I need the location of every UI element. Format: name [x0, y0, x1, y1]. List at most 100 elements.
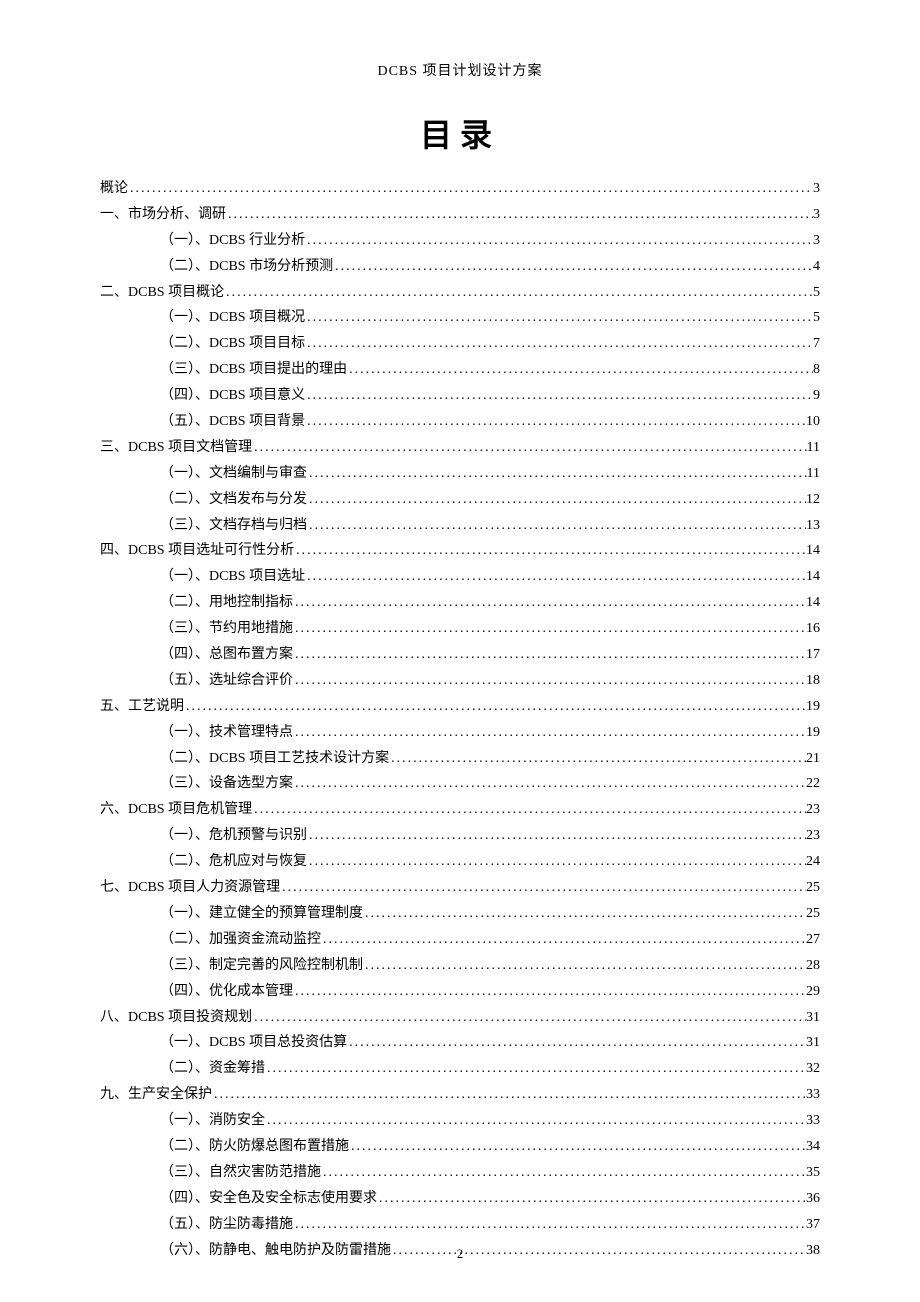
toc-entry[interactable]: 三、DCBS 项目文档管理11: [100, 435, 820, 461]
toc-entry-label: （五）、选址综合评价: [160, 668, 293, 694]
toc-entry-page: 19: [806, 720, 820, 746]
toc-entry[interactable]: （四）、总图布置方案17: [100, 642, 820, 668]
toc-leader-dots: [305, 564, 806, 590]
toc-entry-page: 29: [806, 979, 820, 1005]
toc-leader-dots: [307, 823, 806, 849]
toc-entry[interactable]: 二、DCBS 项目概论 5: [100, 280, 820, 306]
toc-entry[interactable]: （一）、DCBS 项目概况5: [100, 305, 820, 331]
toc-entry[interactable]: 八、DCBS 项目投资规划 31: [100, 1005, 820, 1031]
toc-leader-dots: [252, 1005, 806, 1031]
toc-entry[interactable]: （一）、DCBS 行业分析3: [100, 228, 820, 254]
toc-leader-dots: [226, 202, 813, 228]
toc-entry-page: 3: [813, 202, 820, 228]
toc-entry[interactable]: （三）、DCBS 项目提出的理由8: [100, 357, 820, 383]
toc-leader-dots: [307, 487, 806, 513]
toc-entry-label: （一）、DCBS 项目概况: [160, 305, 305, 331]
toc-entry-page: 3: [813, 176, 820, 202]
toc-entry[interactable]: （五）、选址综合评价 18: [100, 668, 820, 694]
toc-leader-dots: [265, 1108, 806, 1134]
toc-leader-dots: [305, 228, 813, 254]
toc-entry-label: 六、DCBS 项目危机管理: [100, 797, 252, 823]
toc-leader-dots: [293, 642, 806, 668]
toc-entry-page: 3: [813, 228, 820, 254]
toc-entry[interactable]: （二）、资金筹措 32: [100, 1056, 820, 1082]
toc-entry[interactable]: （三）、设备选型方案22: [100, 771, 820, 797]
toc-leader-dots: [333, 254, 813, 280]
toc-entry-page: 32: [806, 1056, 820, 1082]
toc-entry-page: 33: [806, 1108, 820, 1134]
toc-entry-page: 18: [806, 668, 820, 694]
toc-entry-label: （二）、DCBS 项目目标: [160, 331, 305, 357]
toc-entry-page: 4: [813, 254, 820, 280]
toc-entry-label: （四）、DCBS 项目意义: [160, 383, 305, 409]
toc-entry-page: 14: [806, 538, 820, 564]
toc-entry-label: （一）、文档编制与审查: [160, 461, 307, 487]
page-number: 2: [0, 1246, 920, 1262]
toc-entry[interactable]: （四）、优化成本管理29: [100, 979, 820, 1005]
toc-entry-label: （二）、危机应对与恢复: [160, 849, 307, 875]
toc-entry-label: （三）、节约用地措施: [160, 616, 293, 642]
toc-entry-label: 八、DCBS 项目投资规划: [100, 1005, 252, 1031]
toc-entry-page: 36: [806, 1186, 820, 1212]
toc-entry[interactable]: （四）、DCBS 项目意义 9: [100, 383, 820, 409]
toc-entry[interactable]: 六、DCBS 项目危机管理23: [100, 797, 820, 823]
toc-leader-dots: [307, 849, 806, 875]
toc-entry-label: （一）、技术管理特点: [160, 720, 293, 746]
toc-entry[interactable]: （一）、危机预警与识别23: [100, 823, 820, 849]
toc-entry[interactable]: （三）、自然灾害防范措施35: [100, 1160, 820, 1186]
toc-entry-label: （二）、用地控制指标: [160, 590, 293, 616]
toc-entry-page: 31: [806, 1005, 820, 1031]
toc-entry[interactable]: （二）、DCBS 市场分析预测4: [100, 254, 820, 280]
toc-leader-dots: [293, 668, 806, 694]
toc-entry[interactable]: （一）、DCBS 项目选址14: [100, 564, 820, 590]
toc-entry[interactable]: （二）、DCBS 项目目标7: [100, 331, 820, 357]
toc-entry-label: （二）、DCBS 项目工艺技术设计方案: [160, 746, 389, 772]
toc-entry-label: （二）、文档发布与分发: [160, 487, 307, 513]
toc-leader-dots: [349, 1134, 806, 1160]
toc-leader-dots: [184, 694, 806, 720]
toc-entry-label: 七、DCBS 项目人力资源管理: [100, 875, 280, 901]
toc-entry[interactable]: 九、生产安全保护33: [100, 1082, 820, 1108]
toc-entry[interactable]: （二）、用地控制指标14: [100, 590, 820, 616]
toc-entry[interactable]: （一）、文档编制与审查 11: [100, 461, 820, 487]
toc-leader-dots: [128, 176, 813, 202]
toc-entry[interactable]: （一）、DCBS 项目总投资估算31: [100, 1030, 820, 1056]
toc-entry-page: 17: [806, 642, 820, 668]
toc-entry[interactable]: 七、DCBS 项目人力资源管理25: [100, 875, 820, 901]
toc-entry-label: 二、DCBS 项目概论: [100, 280, 224, 306]
toc-entry-page: 11: [807, 461, 820, 487]
toc-entry-page: 27: [806, 927, 820, 953]
toc-leader-dots: [363, 901, 806, 927]
toc-entry-page: 5: [813, 280, 820, 306]
toc-entry[interactable]: （二）、加强资金流动监控27: [100, 927, 820, 953]
toc-entry[interactable]: （四）、安全色及安全标志使用要求36: [100, 1186, 820, 1212]
toc-entry[interactable]: 概论 3: [100, 176, 820, 202]
toc-entry[interactable]: （二）、DCBS 项目工艺技术设计方案21: [100, 746, 820, 772]
toc-entry-label: （二）、资金筹措: [160, 1056, 265, 1082]
toc-title: 目录: [100, 110, 820, 156]
toc-entry[interactable]: （五）、防尘防毒措施37: [100, 1212, 820, 1238]
toc-entry[interactable]: （一）、消防安全33: [100, 1108, 820, 1134]
toc-entry-label: 概论: [100, 176, 128, 202]
toc-entry[interactable]: （二）、危机应对与恢复24: [100, 849, 820, 875]
toc-entry[interactable]: 一、市场分析、调研3: [100, 202, 820, 228]
toc-entry[interactable]: （二）、文档发布与分发12: [100, 487, 820, 513]
toc-entry[interactable]: 五、工艺说明19: [100, 694, 820, 720]
toc-entry[interactable]: 四、DCBS 项目选址可行性分析14: [100, 538, 820, 564]
toc-entry[interactable]: （三）、制定完善的风险控制机制28: [100, 953, 820, 979]
toc-leader-dots: [293, 616, 806, 642]
toc-leader-dots: [252, 797, 806, 823]
toc-entry[interactable]: （二）、防火防爆总图布置措施34: [100, 1134, 820, 1160]
toc-leader-dots: [224, 280, 813, 306]
toc-entry[interactable]: （五）、DCBS 项目背景10: [100, 409, 820, 435]
toc-entry-label: （一）、建立健全的预算管理制度: [160, 901, 363, 927]
toc-entry[interactable]: （三）、文档存档与归档13: [100, 513, 820, 539]
toc-entry[interactable]: （一）、建立健全的预算管理制度25: [100, 901, 820, 927]
toc-entry-label: 三、DCBS 项目文档管理: [100, 435, 252, 461]
toc-entry[interactable]: （一）、技术管理特点 19: [100, 720, 820, 746]
toc-leader-dots: [377, 1186, 806, 1212]
toc-entry-label: 五、工艺说明: [100, 694, 184, 720]
toc-entry-page: 9: [813, 383, 820, 409]
toc-entry-label: （五）、DCBS 项目背景: [160, 409, 305, 435]
toc-entry[interactable]: （三）、节约用地措施16: [100, 616, 820, 642]
